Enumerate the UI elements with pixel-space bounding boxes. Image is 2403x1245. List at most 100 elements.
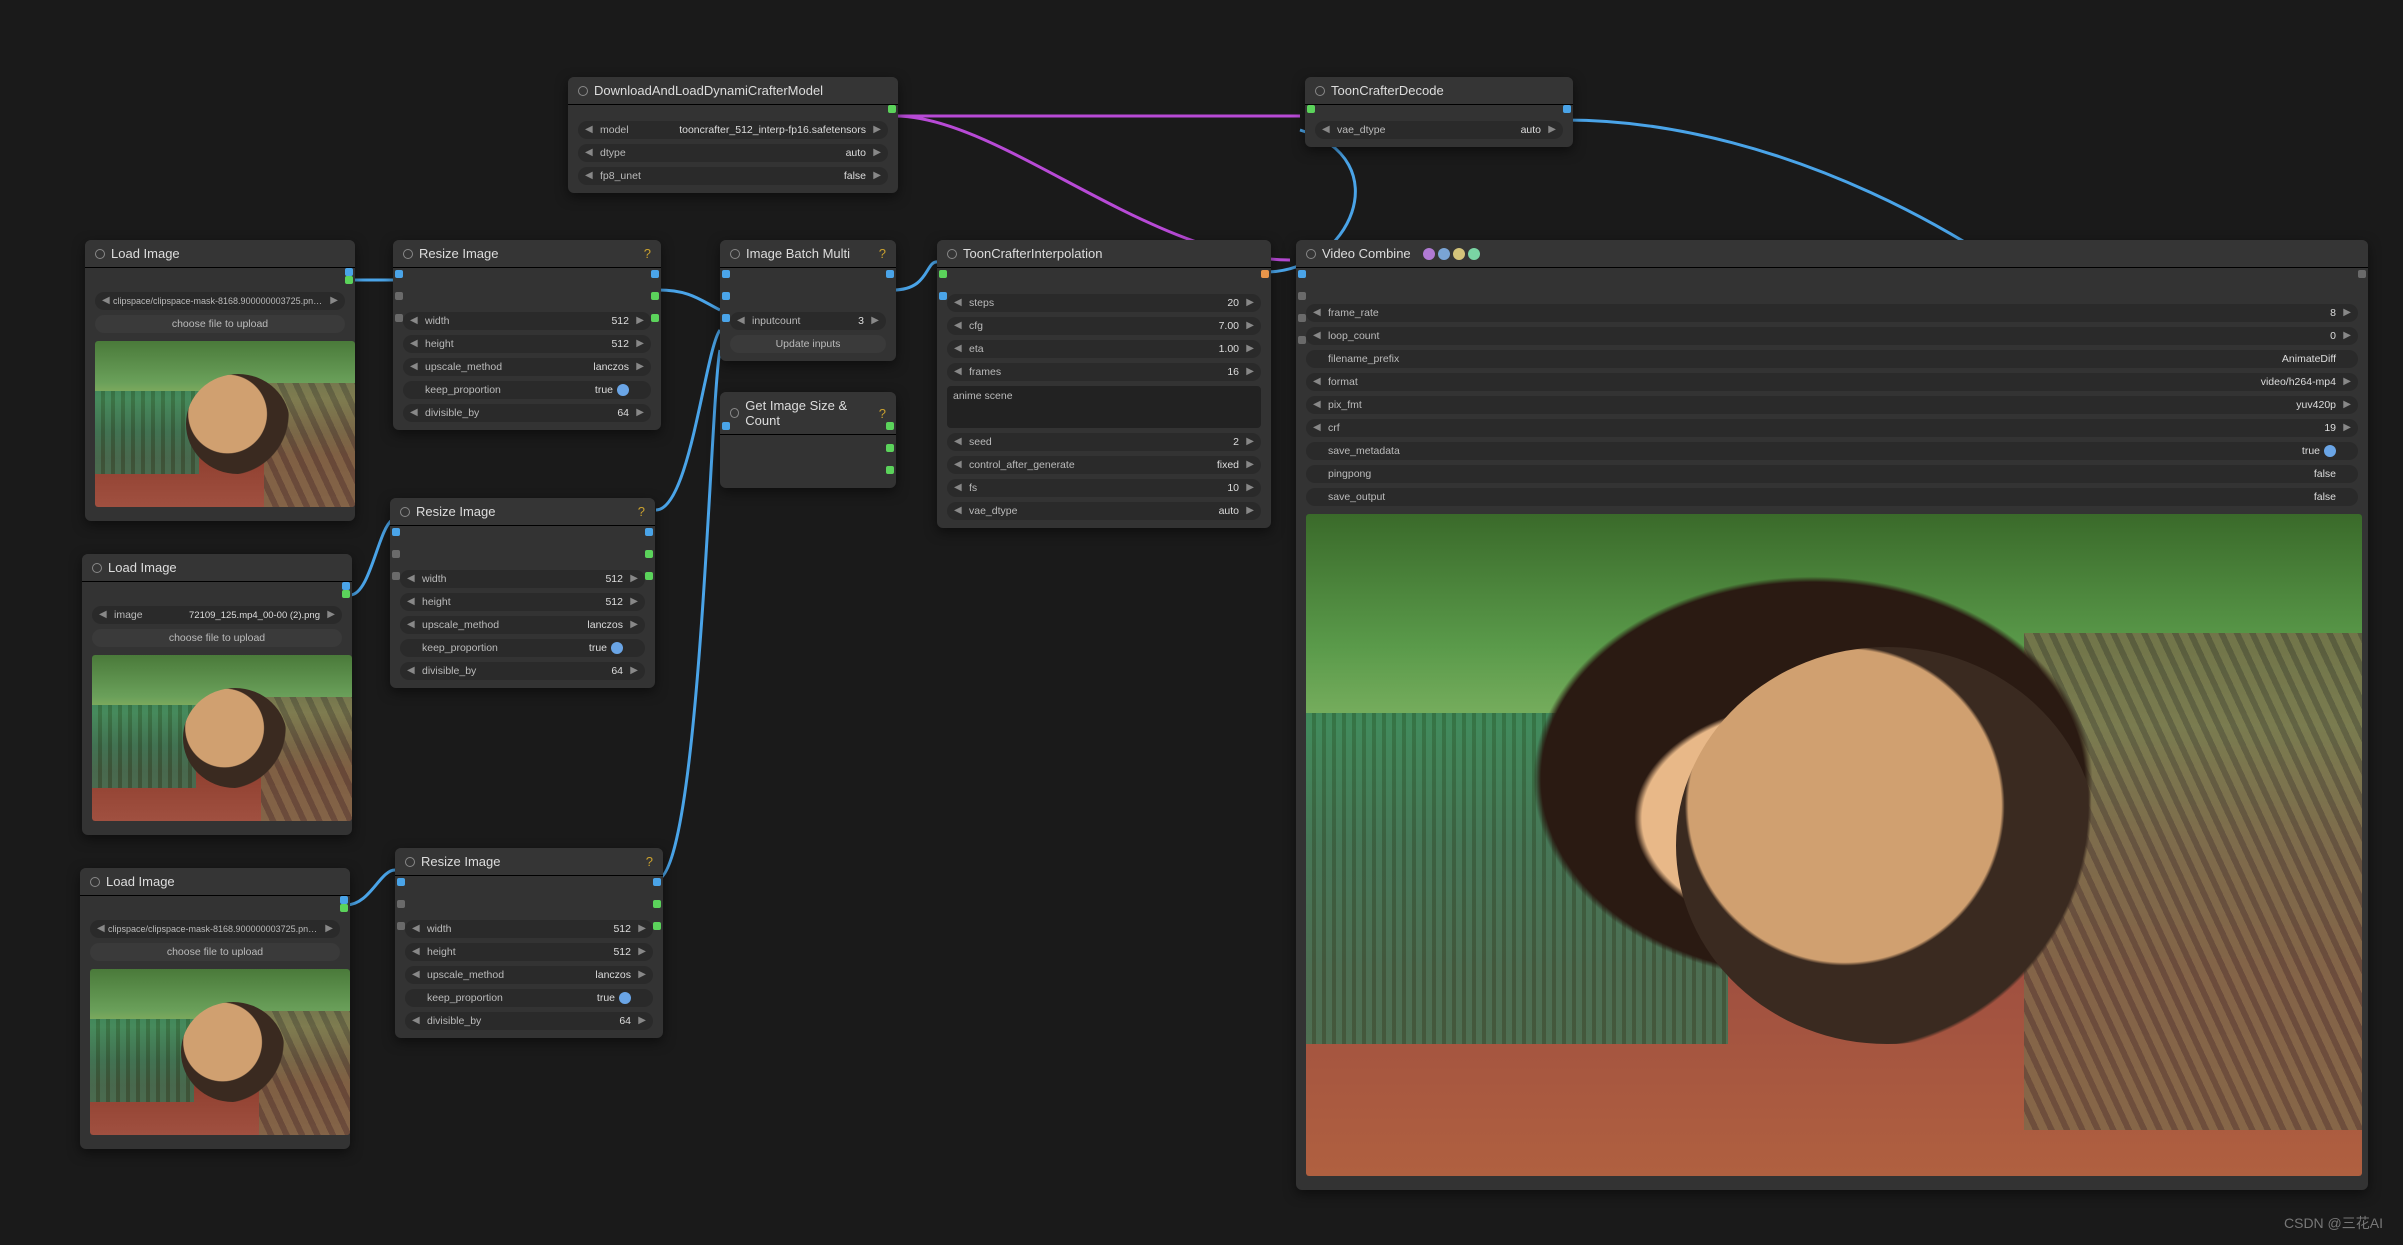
output-port[interactable] (653, 900, 661, 908)
collapse-icon[interactable] (1315, 86, 1325, 96)
output-port[interactable] (886, 444, 894, 452)
collapse-icon[interactable] (400, 507, 410, 517)
input-port[interactable] (397, 878, 405, 886)
image-path-field[interactable]: ◀image72109_125.mp4_00-00 (2).png▶ (92, 606, 342, 624)
node-titlebar[interactable]: ToonCrafterDecode (1305, 77, 1573, 105)
output-port[interactable] (651, 270, 659, 278)
eta-field[interactable]: ◀eta1.00▶ (947, 340, 1261, 358)
update-inputs-button[interactable]: Update inputs (730, 335, 886, 353)
output-port-mask[interactable] (345, 276, 353, 284)
node-video-combine[interactable]: #29 ComfyUI-VideoHelperSuite Video Combi… (1296, 240, 2368, 1190)
cfg-field[interactable]: ◀cfg7.00▶ (947, 317, 1261, 335)
vae-dtype-field[interactable]: ◀vae_dtypeauto▶ (947, 502, 1261, 520)
toggle-icon[interactable] (611, 642, 623, 654)
keep-proportion-field[interactable]: keep_proportiontrue (403, 381, 651, 399)
frames-field[interactable]: ◀frames16▶ (947, 363, 1261, 381)
node-tooncrafter-decode[interactable]: #25 ToonCrafterDecode ◀vae_dtypeauto▶ (1305, 77, 1573, 147)
output-port[interactable] (1563, 105, 1571, 113)
width-field[interactable]: ◀width512▶ (400, 570, 645, 588)
collapse-icon[interactable] (947, 249, 957, 259)
save-output-field[interactable]: save_outputfalse (1306, 488, 2358, 506)
crf-field[interactable]: ◀crf19▶ (1306, 419, 2358, 437)
collapse-icon[interactable] (92, 563, 102, 573)
fs-field[interactable]: ◀fs10▶ (947, 479, 1261, 497)
output-port[interactable] (645, 550, 653, 558)
width-field[interactable]: ◀width512▶ (405, 920, 653, 938)
input-port[interactable] (1298, 336, 1306, 344)
node-graph-canvas[interactable]: #4 DownloadAndLoadDynamiCrafterModel ◀mo… (0, 0, 2403, 1245)
output-port-image[interactable] (342, 582, 350, 590)
keep-proportion-field[interactable]: keep_proportiontrue (405, 989, 653, 1007)
input-port[interactable] (722, 314, 730, 322)
node-tooncrafter-interpolation[interactable]: #42 ToonCrafterInterpolation ◀steps20▶ ◀… (937, 240, 1271, 528)
node-titlebar[interactable]: DownloadAndLoadDynamiCrafterModel (568, 77, 898, 105)
input-port[interactable] (939, 270, 947, 278)
toggle-icon[interactable] (617, 384, 629, 396)
divisible-by-field[interactable]: ◀divisible_by64▶ (400, 662, 645, 680)
input-port[interactable] (397, 900, 405, 908)
width-field[interactable]: ◀width512▶ (403, 312, 651, 330)
help-icon[interactable]: ? (646, 854, 653, 869)
output-port-image[interactable] (345, 268, 353, 276)
output-port-image[interactable] (340, 896, 348, 904)
output-port[interactable] (2358, 270, 2366, 278)
toggle-icon[interactable] (619, 992, 631, 1004)
help-icon[interactable]: ? (879, 406, 886, 421)
output-port[interactable] (651, 314, 659, 322)
input-port[interactable] (939, 292, 947, 300)
node-titlebar[interactable]: Resize Image? (395, 848, 663, 876)
input-port[interactable] (395, 270, 403, 278)
help-icon[interactable]: ? (879, 246, 886, 261)
format-field[interactable]: ◀formatvideo/h264-mp4▶ (1306, 373, 2358, 391)
output-port[interactable] (886, 422, 894, 430)
input-port[interactable] (1298, 314, 1306, 322)
output-port[interactable] (1261, 270, 1269, 278)
output-port[interactable] (651, 292, 659, 300)
steps-field[interactable]: ◀steps20▶ (947, 294, 1261, 312)
input-port[interactable] (1298, 292, 1306, 300)
filename-prefix-field[interactable]: filename_prefixAnimateDiff (1306, 350, 2358, 368)
node-titlebar[interactable]: ToonCrafterInterpolation (937, 240, 1271, 268)
output-port[interactable] (653, 922, 661, 930)
fp8-unet-field[interactable]: ◀fp8_unetfalse▶ (578, 167, 888, 185)
collapse-icon[interactable] (730, 408, 739, 418)
node-titlebar[interactable]: Image Batch Multi? (720, 240, 896, 268)
output-port[interactable] (653, 878, 661, 886)
height-field[interactable]: ◀height512▶ (405, 943, 653, 961)
node-titlebar[interactable]: Get Image Size & Count? (720, 392, 896, 435)
pix-fmt-field[interactable]: ◀pix_fmtyuv420p▶ (1306, 396, 2358, 414)
upscale-method-field[interactable]: ◀upscale_methodlanczos▶ (400, 616, 645, 634)
input-port[interactable] (1298, 270, 1306, 278)
upscale-method-field[interactable]: ◀upscale_methodlanczos▶ (403, 358, 651, 376)
node-titlebar[interactable]: Load Image (80, 868, 350, 896)
input-port[interactable] (1307, 105, 1315, 113)
input-port[interactable] (395, 292, 403, 300)
node-load-image-44[interactable]: #44 Load Image ◀clipspace/clipspace-mask… (80, 868, 350, 1149)
node-resize-image-5[interactable]: #5 Resize Image? ◀width512▶ ◀height512▶ … (393, 240, 661, 430)
dtype-field[interactable]: ◀dtypeauto▶ (578, 144, 888, 162)
help-icon[interactable]: ? (644, 246, 651, 261)
output-port[interactable] (645, 528, 653, 536)
help-icon[interactable]: ? (638, 504, 645, 519)
node-load-image-2[interactable]: #2 Load Image ◀image72109_125.mp4_00-00 … (82, 554, 352, 835)
input-port[interactable] (392, 528, 400, 536)
vae-dtype-field[interactable]: ◀vae_dtypeauto▶ (1315, 121, 1563, 139)
choose-file-button[interactable]: choose file to upload (92, 629, 342, 647)
node-image-batch-multi[interactable]: #28 KJNodes for ComfyUI Image Batch Mult… (720, 240, 896, 361)
output-port[interactable] (645, 572, 653, 580)
output-port-mask[interactable] (342, 590, 350, 598)
input-port[interactable] (397, 922, 405, 930)
node-titlebar[interactable]: Load Image (82, 554, 352, 582)
inputcount-field[interactable]: ◀inputcount3▶ (730, 312, 886, 330)
control-after-generate-field[interactable]: ◀control_after_generatefixed▶ (947, 456, 1261, 474)
collapse-icon[interactable] (405, 857, 415, 867)
output-port[interactable] (886, 466, 894, 474)
input-port[interactable] (392, 572, 400, 580)
node-titlebar[interactable]: Resize Image? (393, 240, 661, 268)
collapse-icon[interactable] (95, 249, 105, 259)
collapse-icon[interactable] (730, 249, 740, 259)
height-field[interactable]: ◀height512▶ (400, 593, 645, 611)
node-resize-image-7[interactable]: #7 Resize Image? ◀width512▶ ◀height512▶ … (390, 498, 655, 688)
choose-file-button[interactable]: choose file to upload (95, 315, 345, 333)
frame-rate-field[interactable]: ◀frame_rate8▶ (1306, 304, 2358, 322)
